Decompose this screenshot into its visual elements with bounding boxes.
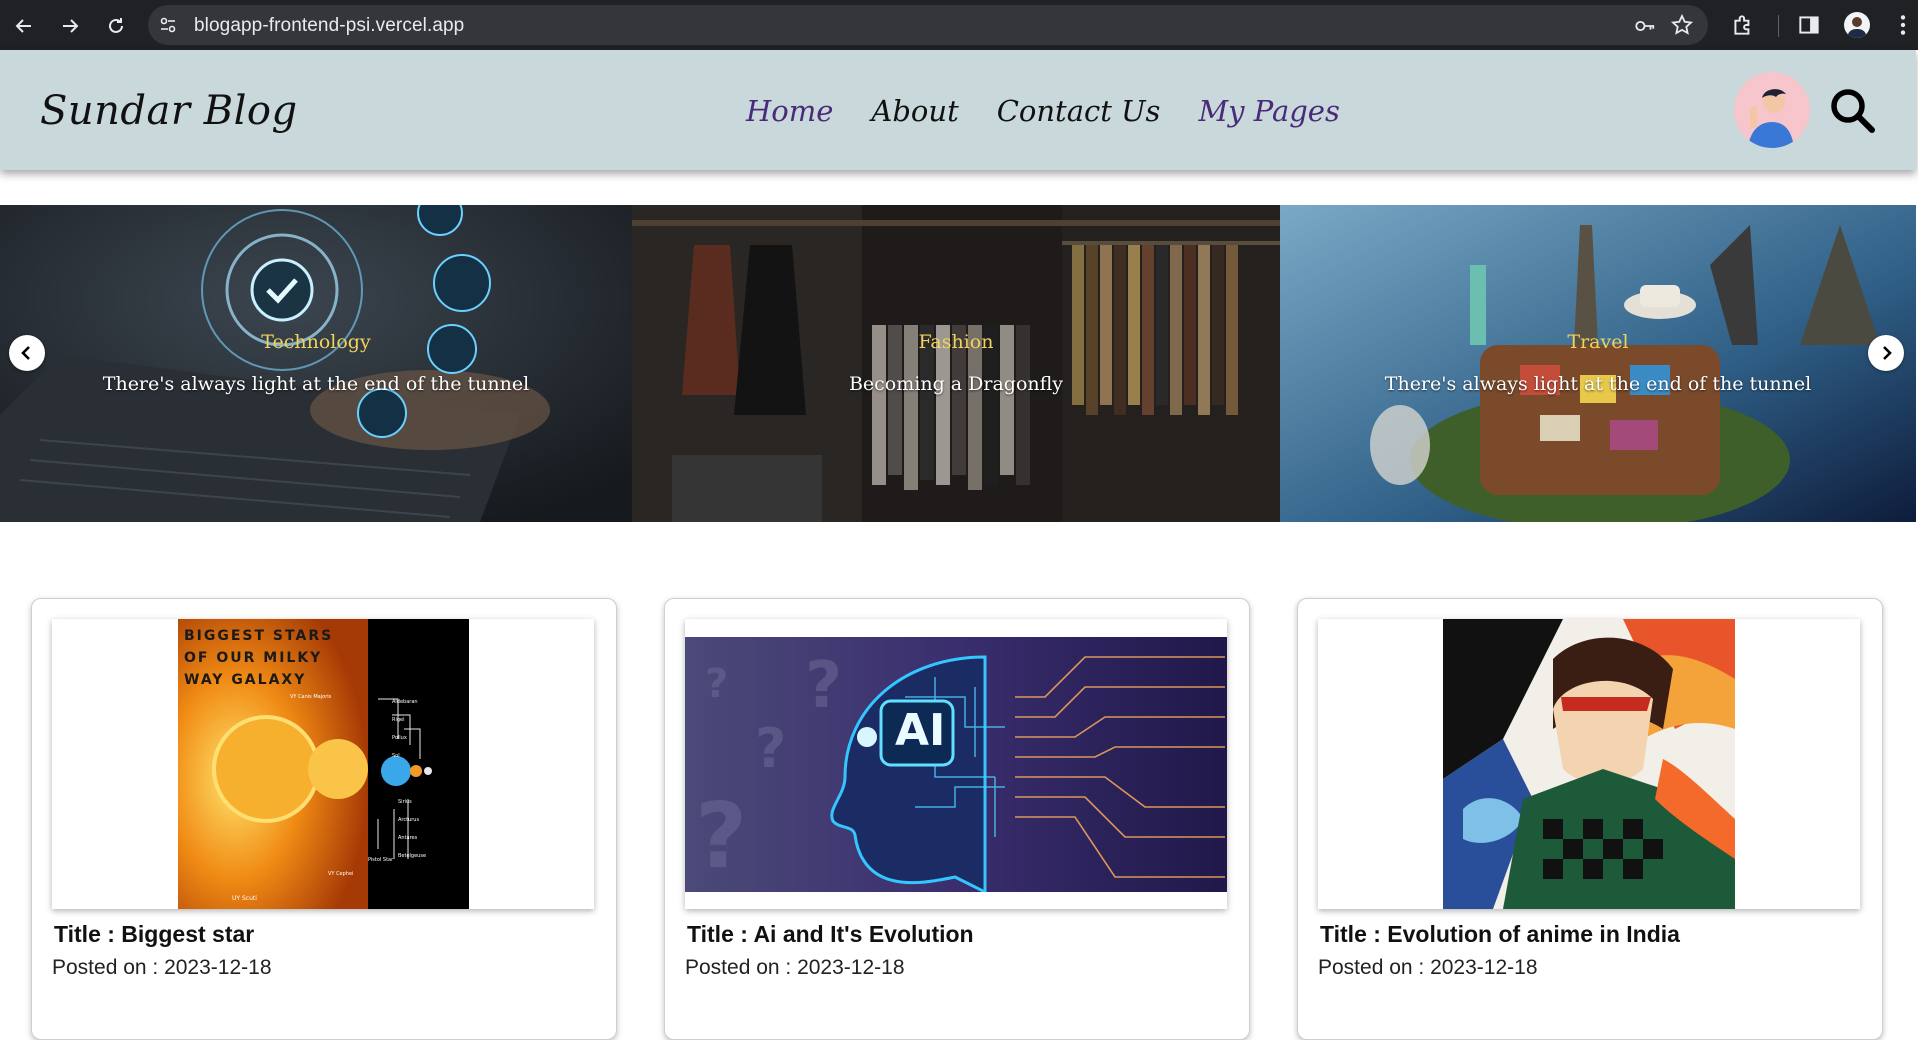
slide-caption: There's always light at the end of the t… — [102, 373, 530, 395]
side-panel-icon[interactable] — [1796, 12, 1822, 38]
browser-profile-avatar[interactable] — [1844, 12, 1870, 38]
star-label: VY Cephei — [328, 871, 354, 877]
technology-slide-image — [0, 205, 632, 522]
post-image-frame[interactable]: BIGGEST STARS OF OUR MILKY WAY GALAXY VY… — [52, 619, 594, 909]
travel-slide-image — [1280, 205, 1916, 522]
slide-category: Travel — [1567, 331, 1629, 353]
carousel-slide-travel[interactable]: Travel There's always light at the end o… — [1280, 205, 1916, 522]
site-logo[interactable]: Sundar Blog — [40, 88, 298, 134]
post-date: Posted on : 2023-12-18 — [685, 956, 905, 979]
carousel-prev-button[interactable] — [9, 335, 45, 371]
post-title[interactable]: Title : Ai and It's Evolution — [687, 921, 974, 948]
image-caption-line: WAY GALAXY — [184, 672, 307, 688]
star-label: Pistol Star — [368, 857, 394, 863]
post-card[interactable]: BIGGEST STARS OF OUR MILKY WAY GALAXY VY… — [31, 598, 617, 1040]
search-icon[interactable] — [1828, 86, 1876, 134]
post-date: Posted on : 2023-12-18 — [52, 956, 272, 979]
svg-text:?: ? — [705, 661, 728, 707]
anime-image — [1443, 619, 1735, 909]
svg-text:?: ? — [755, 717, 786, 780]
star-label: Sirius — [398, 799, 412, 805]
extensions-icon[interactable] — [1730, 12, 1756, 38]
chevron-left-icon — [21, 346, 30, 360]
svg-text:?: ? — [695, 784, 747, 889]
star-label: VY Canis Majoris — [290, 694, 332, 700]
back-icon[interactable] — [10, 12, 38, 40]
star-label: Betelgeuse — [398, 853, 427, 859]
carousel-next-button[interactable] — [1868, 335, 1904, 371]
star-label: Arcturus — [398, 817, 420, 823]
slide-caption: There's always light at the end of the t… — [1384, 373, 1812, 395]
ai-image-label: AI — [895, 705, 946, 756]
post-title[interactable]: Title : Biggest star — [54, 921, 254, 948]
url-text[interactable]: blogapp-frontend-psi.vercel.app — [194, 15, 464, 37]
forward-icon[interactable] — [56, 12, 84, 40]
menu-kebab-icon[interactable] — [1890, 12, 1916, 38]
slide-caption: Becoming a Dragonfly — [848, 373, 1064, 395]
site-header: Sundar Blog Home About Contact Us My Pag… — [0, 50, 1916, 170]
post-title[interactable]: Title : Evolution of anime in India — [1320, 921, 1680, 948]
slide-category: Fashion — [918, 331, 994, 353]
main-nav: Home About Contact Us My Pages — [746, 94, 1340, 128]
star-label: Rigel — [392, 717, 405, 723]
post-date: Posted on : 2023-12-18 — [1318, 956, 1538, 979]
star-label: UY Scuti — [232, 895, 257, 902]
nav-home[interactable]: Home — [746, 94, 833, 128]
bookmark-star-icon[interactable] — [1670, 13, 1694, 37]
nav-about[interactable]: About — [871, 94, 958, 128]
password-key-icon[interactable] — [1634, 15, 1656, 37]
address-bar[interactable]: blogapp-frontend-psi.vercel.app — [148, 5, 1708, 45]
toolbar-divider — [1778, 15, 1779, 37]
chevron-right-icon — [1883, 346, 1892, 360]
featured-carousel: Technology There's always light at the e… — [0, 205, 1916, 522]
reload-icon[interactable] — [102, 12, 130, 40]
image-caption-line: BIGGEST STARS — [184, 628, 334, 644]
post-card[interactable]: Title : Evolution of anime in India Post… — [1297, 598, 1883, 1040]
nav-my-pages[interactable]: My Pages — [1198, 94, 1339, 128]
image-caption-line: OF OUR MILKY — [184, 650, 323, 666]
star-label: Pollux — [392, 735, 407, 741]
post-image-frame[interactable]: ? ? ? ? AI — [685, 619, 1227, 909]
site-settings-icon[interactable] — [158, 15, 178, 35]
nav-contact-us[interactable]: Contact Us — [997, 94, 1161, 128]
star-label: Antares — [398, 835, 418, 841]
star-label: Aldebaran — [392, 699, 418, 705]
fashion-slide-image — [632, 205, 1280, 522]
post-image-frame[interactable] — [1318, 619, 1860, 909]
ai-evolution-image: ? ? ? ? — [685, 637, 1227, 892]
star-label: Sol — [392, 753, 400, 759]
user-avatar[interactable] — [1734, 72, 1810, 148]
post-card[interactable]: ? ? ? ? AI Title : Ai and It's Evolution… — [664, 598, 1250, 1040]
carousel-slide-fashion[interactable]: Fashion Becoming a Dragonfly — [632, 205, 1280, 522]
carousel-slide-technology[interactable]: Technology There's always light at the e… — [0, 205, 632, 522]
browser-toolbar: blogapp-frontend-psi.vercel.app — [0, 0, 1918, 50]
slide-category: Technology — [261, 331, 371, 353]
svg-text:?: ? — [805, 649, 842, 723]
